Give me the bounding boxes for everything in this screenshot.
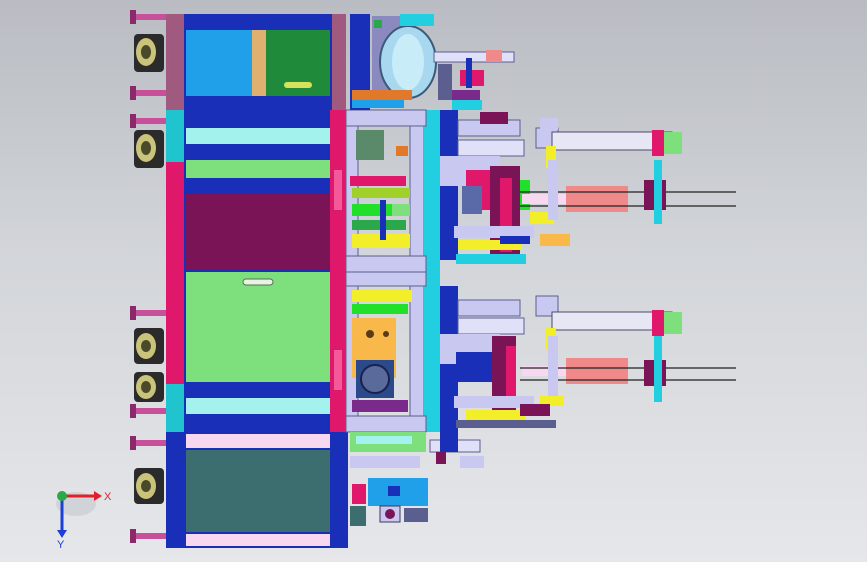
foot-pad xyxy=(130,86,136,100)
foot-pad xyxy=(130,306,136,320)
cad-viewport[interactable]: X Y xyxy=(0,0,867,562)
actuator-upper xyxy=(440,110,736,264)
triad-origin-icon xyxy=(57,491,67,501)
x-axis-arrow-icon xyxy=(94,491,102,501)
x-axis-label: X xyxy=(104,491,112,503)
foot-pad xyxy=(130,10,136,24)
caster-group xyxy=(130,10,168,543)
caster-wheel xyxy=(134,328,164,364)
assembly-drawing[interactable] xyxy=(0,0,867,562)
foot-pad xyxy=(130,114,136,128)
caster-wheel xyxy=(134,372,164,402)
caster-wheel xyxy=(134,468,164,504)
caster-wheel xyxy=(134,130,164,168)
orientation-triad: X Y xyxy=(56,491,112,550)
actuator-lower xyxy=(440,286,736,432)
foot-pad xyxy=(130,436,136,450)
y-axis-label: Y xyxy=(57,539,65,550)
base-frame xyxy=(166,14,348,548)
caster-wheel xyxy=(134,34,164,72)
center-machine xyxy=(345,14,440,526)
bottom-mechanism xyxy=(429,432,484,468)
y-axis-arrow-icon xyxy=(57,530,67,538)
foot-pad xyxy=(130,404,136,418)
foot-pad xyxy=(130,529,136,543)
